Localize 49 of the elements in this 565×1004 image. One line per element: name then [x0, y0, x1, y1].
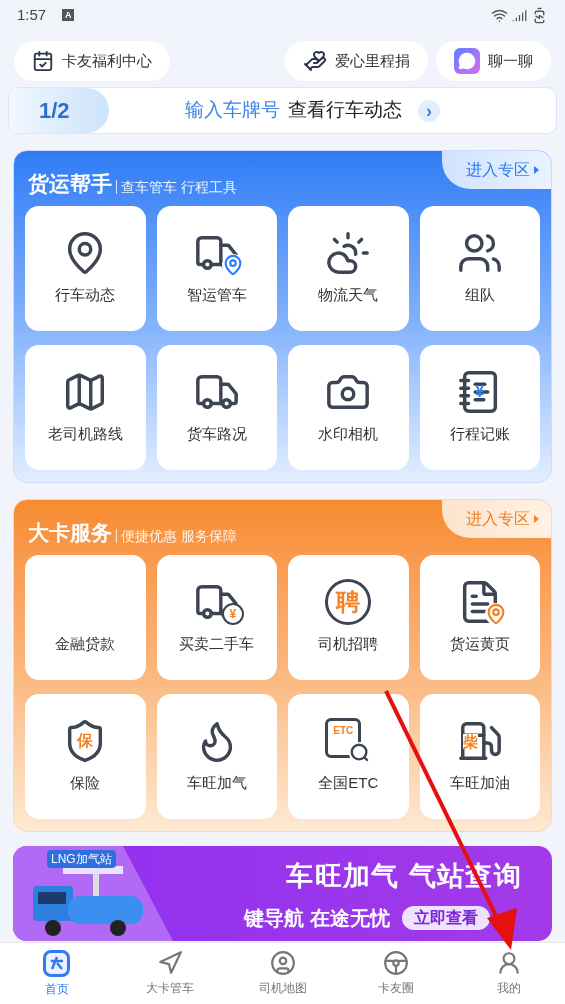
service-tile[interactable]: 柴 车旺加油: [419, 694, 540, 819]
status-time: 1:57: [17, 4, 47, 25]
chevron-button: ›: [418, 99, 440, 122]
tab-item[interactable]: 大卡管车: [113, 943, 226, 1004]
pill-button[interactable]: 卡友福利中心: [14, 41, 170, 81]
heart-hand-icon: [303, 49, 327, 73]
plate-banner[interactable]: 1/2 输入车牌号 查看行车动态 ›: [8, 87, 557, 134]
pill-button[interactable]: 聊一聊: [436, 41, 551, 81]
tab-item[interactable]: 首页: [0, 943, 113, 1004]
service-tile[interactable]: 物流天气: [288, 206, 409, 331]
pill-button[interactable]: 爱心里程捐: [285, 41, 428, 81]
signal-icon: [512, 7, 527, 23]
triangle-icon: [534, 166, 539, 174]
view-now-button[interactable]: 立即查看: [402, 905, 490, 930]
tab-item[interactable]: 我的: [452, 943, 565, 1004]
section-subtitle: 便捷优惠 服务保障: [116, 529, 237, 543]
triangle-icon: [534, 515, 539, 523]
steering-wheel-icon: [382, 950, 409, 976]
page-indicator: 1/2: [39, 97, 70, 125]
service-tile[interactable]: ¥ 买卖二手车: [156, 555, 277, 680]
service-tile[interactable]: 金融贷款: [25, 555, 146, 680]
calendar-icon: [32, 50, 54, 72]
section-title: 大卡服务: [28, 522, 112, 543]
service-tile[interactable]: 老司机路线: [25, 345, 146, 470]
circle-glyph-icon: 聘: [325, 579, 372, 626]
notification-badge: A: [62, 9, 75, 21]
promo-subtitle: 键导航 在途无忧: [244, 905, 390, 931]
home-logo-icon: [43, 949, 70, 977]
service-tile[interactable]: 组队: [419, 206, 540, 331]
plate-text: 查看行车动态: [288, 98, 402, 123]
service-tile[interactable]: 保 保险: [25, 694, 146, 819]
service-tile[interactable]: 行车动态: [25, 206, 146, 331]
service-tile[interactable]: ETC 全国ETC: [288, 694, 409, 819]
section-title: 货运帮手: [28, 173, 112, 194]
service-tile[interactable]: 货车路况: [156, 345, 277, 470]
weather-icon: [325, 230, 372, 277]
section-subtitle: 查车管车 行程工具: [116, 180, 237, 194]
service-tile[interactable]: 水印相机: [288, 345, 409, 470]
plate-prompt: 输入车牌号: [185, 98, 280, 123]
tab-item[interactable]: 卡友圈: [339, 943, 452, 1004]
service-tile[interactable]: 聘 司机招聘: [288, 555, 409, 680]
navigation-icon: [156, 950, 183, 976]
driver-icon: [269, 950, 296, 976]
chat-icon: [454, 48, 480, 74]
tab-item[interactable]: 司机地图: [226, 943, 339, 1004]
service-tile[interactable]: 智运管车: [156, 206, 277, 331]
service-tile[interactable]: 车旺加气: [156, 694, 277, 819]
service-tile[interactable]: 货运黄页: [419, 555, 540, 680]
station-sign: LNG加气站: [47, 850, 116, 868]
